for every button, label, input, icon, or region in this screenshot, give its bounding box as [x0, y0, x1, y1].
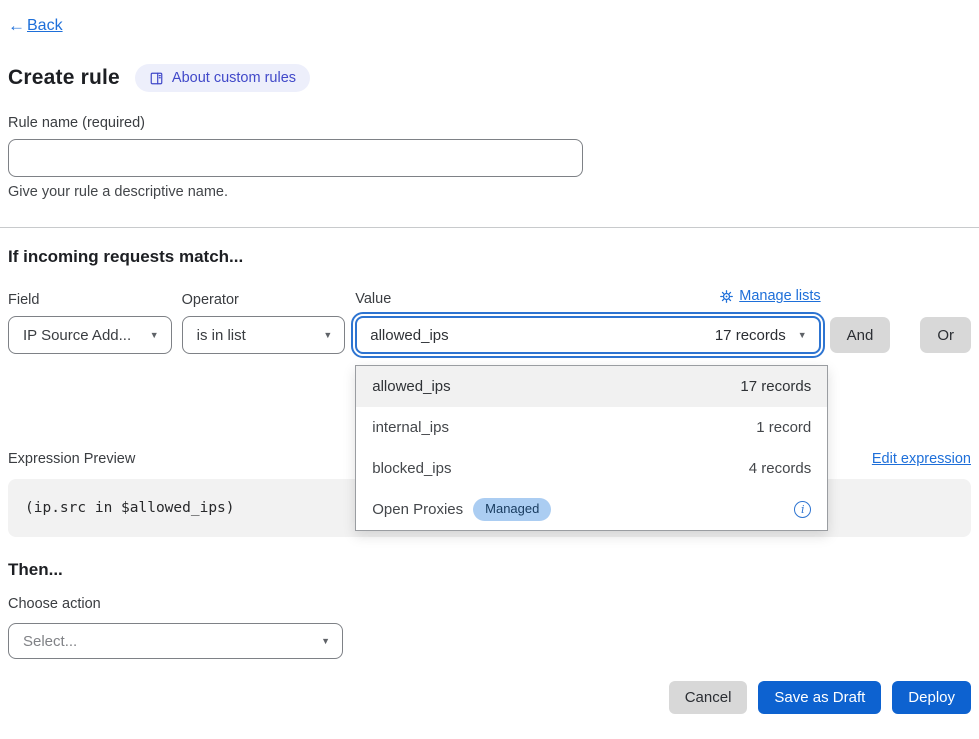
field-column: Field IP Source Add... ▼ [8, 292, 172, 354]
action-select-placeholder: Select... [23, 633, 77, 650]
rule-name-input[interactable] [8, 139, 583, 177]
operator-select[interactable]: is in list ▼ [182, 316, 346, 354]
rule-name-helper: Give your rule a descriptive name. [8, 184, 971, 200]
operator-column: Operator is in list ▼ [182, 292, 346, 354]
operator-label: Operator [182, 292, 346, 308]
option-left: Open Proxies Managed [372, 498, 551, 521]
title-row: Create rule About custom rules [8, 64, 971, 92]
value-selected-count: 17 records [715, 327, 786, 344]
value-label-row: Value Manage lists [355, 288, 820, 308]
rule-name-label: Rule name (required) [8, 115, 971, 131]
match-section-heading: If incoming requests match... [8, 247, 971, 267]
book-icon [149, 71, 164, 86]
list-option-name: allowed_ips [372, 378, 450, 395]
value-column: Value Manage lists allowed_ips [355, 288, 820, 354]
or-button[interactable]: Or [920, 317, 971, 353]
rule-name-group: Rule name (required) Give your rule a de… [8, 115, 971, 200]
list-option-internal-ips[interactable]: internal_ips 1 record [356, 407, 827, 448]
operator-select-value: is in list [197, 327, 246, 344]
list-option-name: Open Proxies [372, 501, 463, 518]
value-label: Value [355, 291, 391, 307]
back-link[interactable]: ←Back [8, 16, 63, 36]
list-option-name: blocked_ips [372, 460, 451, 477]
footer-actions: Cancel Save as Draft Deploy [8, 681, 971, 714]
field-label: Field [8, 292, 172, 308]
value-selected-name: allowed_ips [370, 327, 448, 344]
cancel-button[interactable]: Cancel [669, 681, 748, 714]
about-custom-rules-link[interactable]: About custom rules [135, 64, 310, 92]
choose-action-label: Choose action [8, 596, 971, 612]
list-option-open-proxies[interactable]: Open Proxies Managed i [356, 489, 827, 530]
save-as-draft-button[interactable]: Save as Draft [758, 681, 881, 714]
expression-preview-label: Expression Preview [8, 451, 135, 467]
about-badge-label: About custom rules [172, 70, 296, 86]
lists-dropdown: allowed_ips 17 records internal_ips 1 re… [355, 365, 828, 531]
page-title: Create rule [8, 66, 120, 90]
chevron-down-icon: ▼ [323, 331, 332, 340]
list-option-allowed-ips[interactable]: allowed_ips 17 records [356, 366, 827, 407]
chevron-down-icon: ▼ [321, 637, 330, 646]
field-select[interactable]: IP Source Add... ▼ [8, 316, 172, 354]
and-button[interactable]: And [830, 317, 891, 353]
then-section-heading: Then... [8, 560, 971, 580]
condition-row: Field IP Source Add... ▼ Operator is in … [8, 288, 971, 354]
list-option-blocked-ips[interactable]: blocked_ips 4 records [356, 448, 827, 489]
value-right: 17 records ▼ [715, 327, 807, 344]
action-select[interactable]: Select... ▼ [8, 623, 343, 659]
manage-lists-label: Manage lists [739, 288, 820, 304]
section-divider [0, 227, 979, 228]
list-option-count: 17 records [740, 378, 811, 395]
field-select-value: IP Source Add... [23, 327, 131, 344]
chevron-down-icon: ▼ [798, 331, 807, 340]
chevron-down-icon: ▼ [150, 331, 159, 340]
gear-icon [720, 290, 733, 303]
deploy-button[interactable]: Deploy [892, 681, 971, 714]
list-option-name: internal_ips [372, 419, 449, 436]
list-option-count: 1 record [756, 419, 811, 436]
back-arrow-icon: ← [8, 16, 25, 36]
info-icon[interactable]: i [794, 501, 811, 518]
back-link-label: Back [27, 17, 63, 35]
edit-expression-link[interactable]: Edit expression [872, 451, 971, 467]
create-rule-page: ←Back Create rule About custom rules Rul… [0, 0, 979, 714]
managed-badge: Managed [473, 498, 551, 521]
manage-lists-link[interactable]: Manage lists [720, 288, 820, 304]
list-option-count: 4 records [749, 460, 812, 477]
value-combobox[interactable]: allowed_ips 17 records ▼ [355, 316, 820, 354]
